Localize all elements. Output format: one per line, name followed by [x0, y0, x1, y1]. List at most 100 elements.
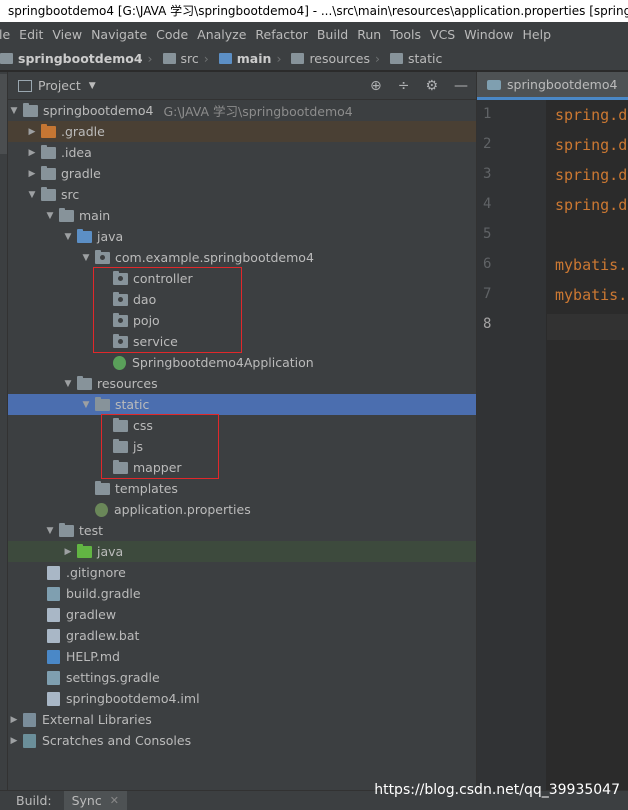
- expand-arrow-icon[interactable]: ▼: [8, 106, 20, 116]
- hide-icon[interactable]: —: [454, 78, 468, 94]
- menu-run[interactable]: Run: [357, 27, 381, 42]
- line-number: 3: [483, 166, 492, 182]
- menu-analyze[interactable]: Analyze: [197, 27, 246, 42]
- tree-item-idea[interactable]: ▶ .idea: [8, 142, 476, 163]
- expand-arrow-icon[interactable]: ▼: [62, 232, 74, 242]
- tree-item-gitignore[interactable]: .gitignore: [8, 562, 476, 583]
- code-line[interactable]: mybatis.: [555, 256, 627, 274]
- tree-item-java[interactable]: ▼ java: [8, 226, 476, 247]
- expand-arrow-icon[interactable]: ▼: [44, 211, 56, 221]
- tree-item-resources[interactable]: ▼ resources: [8, 373, 476, 394]
- collapsed-arrow-icon[interactable]: ▶: [26, 148, 38, 158]
- breadcrumb-item-resources[interactable]: resources ›: [285, 51, 380, 66]
- collapse-icon[interactable]: ÷: [398, 78, 410, 94]
- folder-icon: [41, 144, 56, 159]
- tree-item-mapper[interactable]: mapper: [8, 457, 476, 478]
- collapsed-arrow-icon[interactable]: ▶: [62, 547, 74, 557]
- folder-icon: [162, 52, 176, 64]
- watermark-text: https://blog.csdn.net/qq_39935047: [374, 782, 620, 798]
- scratches-icon: [23, 733, 36, 748]
- locate-icon[interactable]: ⊕: [370, 78, 382, 94]
- tree-item-templates[interactable]: templates: [8, 478, 476, 499]
- expand-arrow-icon[interactable]: ▼: [62, 379, 74, 389]
- menu-tools[interactable]: Tools: [390, 27, 421, 42]
- breadcrumb-separator: ›: [147, 50, 153, 66]
- folder-icon: [390, 52, 404, 64]
- tree-item-package[interactable]: ▼ com.example.springbootdemo4: [8, 247, 476, 268]
- tree-item-scratches[interactable]: ▶ Scratches and Consoles: [8, 730, 476, 751]
- menu-edit[interactable]: Edit: [19, 27, 43, 42]
- line-number: 7: [483, 286, 492, 302]
- code-line[interactable]: spring.d: [555, 166, 627, 184]
- menu-refactor[interactable]: Refactor: [255, 27, 307, 42]
- breadcrumb-item-main[interactable]: main ›: [213, 51, 281, 66]
- code-line[interactable]: spring.d: [555, 106, 627, 124]
- folder-icon: [0, 52, 13, 64]
- tree-item-iml[interactable]: springbootdemo4.iml: [8, 688, 476, 709]
- expand-arrow-icon[interactable]: ▼: [80, 253, 92, 263]
- window-title-bar: springbootdemo4 [G:\JAVA 学习\springbootde…: [0, 0, 628, 22]
- annotation-box-static: [101, 414, 219, 479]
- tree-item-gradle[interactable]: ▶ gradle: [8, 163, 476, 184]
- tree-item-external-libraries[interactable]: ▶ External Libraries: [8, 709, 476, 730]
- menu-view[interactable]: View: [52, 27, 82, 42]
- tree-item-application-class[interactable]: Springbootdemo4Application: [8, 352, 476, 373]
- tree-item-help-md[interactable]: HELP.md: [8, 646, 476, 667]
- editor-tab[interactable]: springbootdemo4: [477, 72, 628, 100]
- collapsed-arrow-icon[interactable]: ▶: [8, 736, 20, 746]
- tree-item-gradlew[interactable]: gradlew: [8, 604, 476, 625]
- code-line[interactable]: mybatis.: [555, 286, 627, 304]
- tree-item-main[interactable]: ▼ main: [8, 205, 476, 226]
- tree-item-pojo[interactable]: pojo: [8, 310, 476, 331]
- expand-arrow-icon[interactable]: ▼: [44, 526, 56, 536]
- menu-file[interactable]: le: [0, 27, 10, 42]
- markdown-icon: [47, 649, 60, 664]
- tree-item-gradlew-bat[interactable]: gradlew.bat: [8, 625, 476, 646]
- tree-item-test-java[interactable]: ▶ java: [8, 541, 476, 562]
- folder-icon: [41, 186, 56, 201]
- menu-navigate[interactable]: Navigate: [91, 27, 147, 42]
- menu-window[interactable]: Window: [464, 27, 513, 42]
- code-line[interactable]: spring.d: [555, 196, 627, 214]
- tab-sync[interactable]: Sync ✕: [63, 790, 127, 810]
- tree-item-service[interactable]: service: [8, 331, 476, 352]
- collapsed-arrow-icon[interactable]: ▶: [8, 715, 20, 725]
- expand-arrow-icon[interactable]: ▼: [26, 190, 38, 200]
- tree-item-project-root[interactable]: ▼ springbootdemo4 G:\JAVA 学习\springbootd…: [8, 100, 476, 121]
- resources-folder-icon: [77, 375, 92, 390]
- expand-arrow-icon[interactable]: ▼: [80, 400, 92, 410]
- spring-leaf-icon: [95, 502, 108, 517]
- project-view-selector[interactable]: Project: [38, 78, 81, 93]
- folder-icon: [59, 207, 74, 222]
- menu-vcs[interactable]: VCS: [430, 27, 455, 42]
- tree-item-settings-gradle[interactable]: settings.gradle: [8, 667, 476, 688]
- tree-item-application-properties[interactable]: application.properties: [8, 499, 476, 520]
- gear-icon[interactable]: ⚙: [425, 78, 438, 94]
- tree-item-src[interactable]: ▼ src: [8, 184, 476, 205]
- breadcrumb-item-src[interactable]: src ›: [157, 51, 209, 66]
- menu-code[interactable]: Code: [156, 27, 188, 42]
- tree-item-build-gradle[interactable]: build.gradle: [8, 583, 476, 604]
- code-editor[interactable]: spring.d spring.d spring.d spring.d myba…: [547, 100, 628, 790]
- code-line[interactable]: spring.d: [555, 136, 627, 154]
- menu-bar: le Edit View Navigate Code Analyze Refac…: [0, 22, 628, 46]
- tree-item-static[interactable]: ▼ static: [8, 394, 476, 415]
- chevron-down-icon[interactable]: ▼: [89, 81, 96, 91]
- collapsed-arrow-icon[interactable]: ▶: [26, 169, 38, 179]
- breadcrumb-item-project[interactable]: springbootdemo4 ›: [0, 51, 153, 66]
- tree-item-js[interactable]: js: [8, 436, 476, 457]
- menu-help[interactable]: Help: [523, 27, 552, 42]
- tree-item-dot-gradle[interactable]: ▶ .gradle: [8, 121, 476, 142]
- tree-item-css[interactable]: css: [8, 415, 476, 436]
- resources-folder-icon: [291, 52, 305, 64]
- close-icon[interactable]: ✕: [110, 794, 119, 807]
- menu-build[interactable]: Build: [317, 27, 348, 42]
- breadcrumb-item-static[interactable]: static: [384, 51, 442, 66]
- tree-item-controller[interactable]: controller: [8, 268, 476, 289]
- source-folder-icon: [77, 228, 92, 243]
- folder-icon: [41, 165, 56, 180]
- project-tool-tab[interactable]: [0, 74, 7, 154]
- collapsed-arrow-icon[interactable]: ▶: [26, 127, 38, 137]
- tree-item-test[interactable]: ▼ test: [8, 520, 476, 541]
- tree-item-dao[interactable]: dao: [8, 289, 476, 310]
